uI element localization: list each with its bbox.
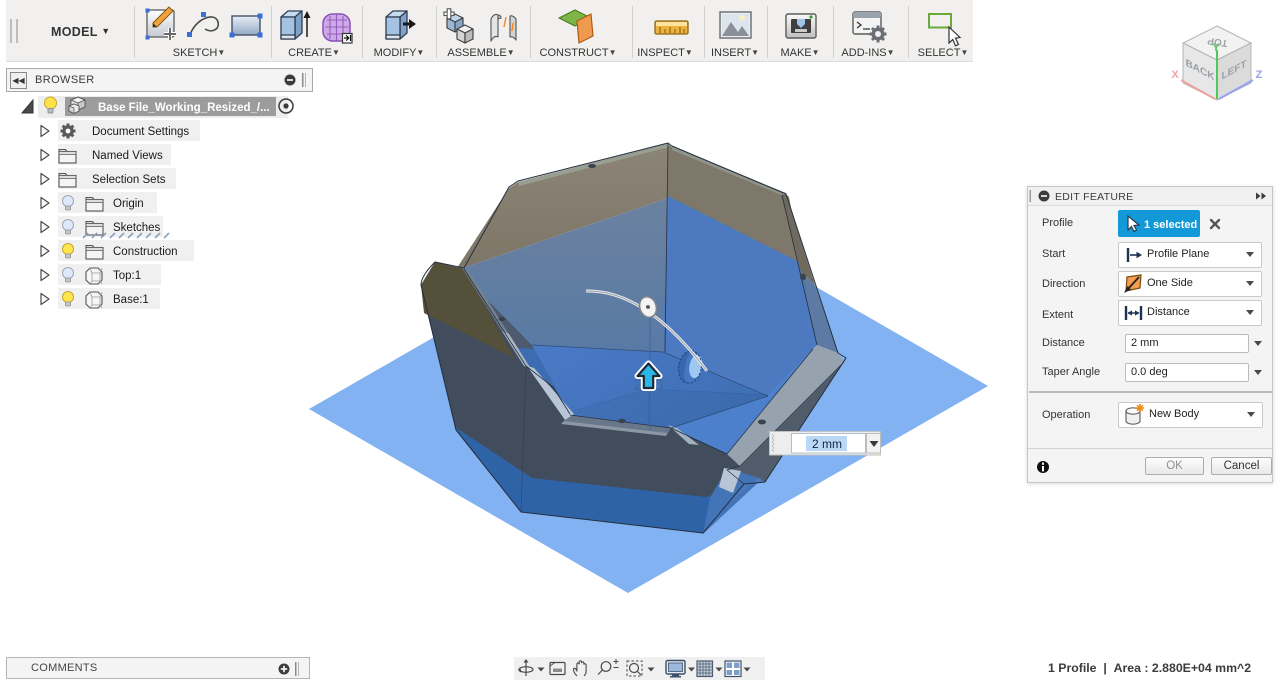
svg-text:Selection Sets: Selection Sets [92, 174, 166, 186]
svg-text:Base:1: Base:1 [113, 294, 149, 306]
svg-text:Sketches: Sketches [113, 222, 161, 234]
svg-text:Construction: Construction [113, 246, 178, 258]
svg-text:Base File_Working_Resized_/...: Base File_Working_Resized_/... [98, 102, 270, 114]
svg-text:Origin: Origin [113, 198, 144, 210]
svg-text:2 mm: 2 mm [812, 437, 842, 451]
svg-text:Named Views: Named Views [92, 150, 163, 162]
svg-text:1 selected: 1 selected [1144, 219, 1197, 231]
svg-text:Document Settings: Document Settings [92, 126, 189, 138]
svg-text:X: X [1171, 69, 1179, 81]
svg-text:Top:1: Top:1 [113, 270, 141, 282]
svg-text:Z: Z [1256, 69, 1263, 81]
svg-text:Y: Y [1212, 42, 1220, 54]
